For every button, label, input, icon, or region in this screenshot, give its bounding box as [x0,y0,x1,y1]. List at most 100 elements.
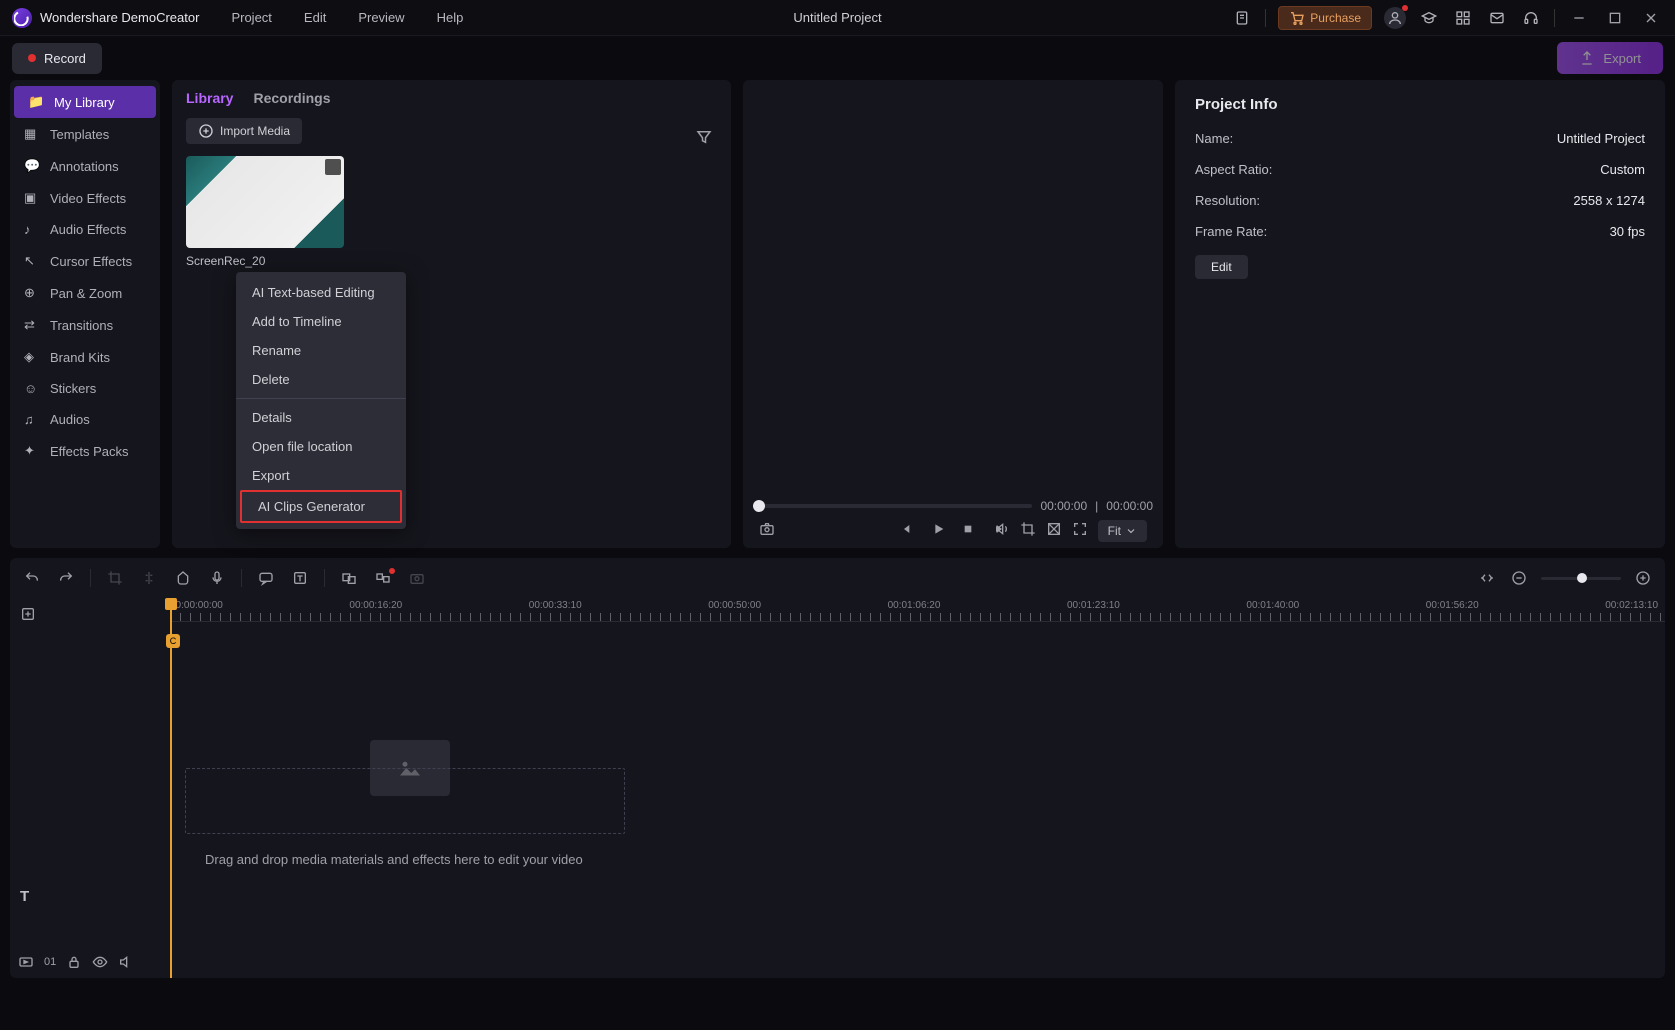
ctx-details[interactable]: Details [236,403,406,432]
snapshot-tool-button[interactable] [407,570,427,586]
add-track-button[interactable] [10,598,70,633]
plus-circle-icon [198,123,214,139]
media-item[interactable]: ScreenRec_20 [186,156,344,268]
ctx-rename[interactable]: Rename [236,336,406,365]
info-value: 30 fps [1610,224,1645,239]
sidebar-item-label: Brand Kits [50,350,110,365]
sidebar-item-effects-packs[interactable]: ✦Effects Packs [10,435,160,467]
menu-edit[interactable]: Edit [304,10,326,25]
sidebar-item-templates[interactable]: ▦Templates [10,118,160,150]
ctx-ai-clips-generator[interactable]: AI Clips Generator [240,490,402,523]
tab-library[interactable]: Library [186,90,233,106]
ctx-export[interactable]: Export [236,461,406,490]
menu-project[interactable]: Project [231,10,271,25]
marker-button[interactable] [173,570,193,586]
audio-effects-icon: ♪ [24,222,40,237]
volume-icon[interactable] [994,521,1010,540]
media-thumbnail [186,156,344,248]
transitions-icon: ⇄ [24,317,40,333]
ctx-ai-text-editing[interactable]: AI Text-based Editing [236,278,406,307]
playhead-marker-icon[interactable]: C [166,634,180,648]
speech-bubble-button[interactable] [256,570,276,586]
sidebar-item-transitions[interactable]: ⇄Transitions [10,309,160,341]
time-total: 00:00:00 [1106,499,1153,513]
text-track-icon[interactable]: T [20,888,29,905]
playhead[interactable] [170,598,172,978]
ctx-add-to-timeline[interactable]: Add to Timeline [236,307,406,336]
fit-timeline-button[interactable] [1477,570,1497,586]
sidebar-item-video-effects[interactable]: ▣Video Effects [10,182,160,214]
crop-tool-button[interactable] [105,570,125,586]
fit-dropdown[interactable]: Fit [1098,520,1147,542]
sidebar-item-label: Pan & Zoom [50,286,122,301]
project-title: Untitled Project [793,10,881,25]
sidebar-item-label: Stickers [50,381,96,396]
timeline-body[interactable]: 00:00:00:00 00:00:16:20 00:00:33:10 00:0… [70,598,1665,978]
play-button[interactable] [930,521,946,540]
menu-preview[interactable]: Preview [358,10,404,25]
maximize-button[interactable] [1603,6,1627,30]
minimize-button[interactable] [1567,6,1591,30]
sidebar-item-label: Annotations [50,159,119,174]
filter-icon[interactable] [695,128,713,149]
sidebar-item-annotations[interactable]: 💬Annotations [10,150,160,182]
undo-button[interactable] [22,570,42,586]
ruler-tick: 00:00:33:10 [529,600,582,611]
video-track-icon[interactable] [18,954,34,970]
context-menu: AI Text-based Editing Add to Timeline Re… [236,272,406,529]
prev-frame-button[interactable] [900,521,916,540]
crop-icon[interactable] [1020,521,1036,540]
account-icon[interactable] [1384,7,1406,29]
ai-tools-button[interactable] [373,570,393,586]
sidebar-item-label: Audio Effects [50,222,126,237]
record-button[interactable]: Record [12,43,102,74]
fullscreen-icon[interactable] [1072,521,1088,540]
export-button[interactable]: Export [1557,42,1663,74]
timeline-drop-zone[interactable] [185,768,625,834]
sidebar-item-audio-effects[interactable]: ♪ Audio Effects [10,214,160,245]
snapshot-icon[interactable] [759,521,775,540]
sidebar-item-audios[interactable]: ♫Audios [10,404,160,435]
ruler-tick: 00:00:16:20 [349,600,402,611]
seek-slider[interactable] [753,504,1032,508]
ruler-tick: 00:01:06:20 [888,600,941,611]
preview-panel: 00:00:00 | 00:00:00 Fit [743,80,1163,548]
voiceover-button[interactable] [207,570,227,586]
graduation-icon[interactable] [1418,7,1440,29]
sidebar-item-pan-zoom[interactable]: ⊕Pan & Zoom [10,277,160,309]
sidebar-item-label: My Library [54,95,115,110]
import-media-button[interactable]: Import Media [186,118,302,144]
drop-hint-text: Drag and drop media materials and effect… [205,852,583,867]
group-button[interactable] [339,570,359,586]
headphones-icon[interactable] [1520,7,1542,29]
zoom-slider[interactable] [1541,577,1621,580]
purchase-button[interactable]: Purchase [1278,6,1372,30]
zoom-in-button[interactable] [1633,570,1653,586]
redo-button[interactable] [56,570,76,586]
sidebar-item-brand-kits[interactable]: ◈Brand Kits [10,341,160,373]
track-count: 01 [44,956,56,968]
zoom-out-button[interactable] [1509,570,1529,586]
split-button[interactable] [139,570,159,586]
ctx-open-file-location[interactable]: Open file location [236,432,406,461]
mail-icon[interactable] [1486,7,1508,29]
sidebar-item-stickers[interactable]: ☺Stickers [10,373,160,404]
safe-zone-icon[interactable] [1046,521,1062,540]
menu-help[interactable]: Help [437,10,464,25]
app-grid-icon[interactable] [1452,7,1474,29]
tab-recordings[interactable]: Recordings [253,90,330,106]
text-card-button[interactable] [290,570,310,586]
timeline-ruler[interactable]: 00:00:00:00 00:00:16:20 00:00:33:10 00:0… [170,598,1665,622]
actionbar: Record Export [0,36,1675,80]
notes-icon[interactable] [1231,7,1253,29]
close-button[interactable] [1639,6,1663,30]
stop-button[interactable] [960,521,976,540]
edit-project-button[interactable]: Edit [1195,255,1248,279]
ctx-delete[interactable]: Delete [236,365,406,394]
fit-label: Fit [1108,524,1121,538]
sidebar-item-my-library[interactable]: 📁My Library [14,86,156,118]
sidebar-item-cursor-effects[interactable]: ↖Cursor Effects [10,245,160,277]
export-icon [1579,50,1595,66]
info-value: 2558 x 1274 [1573,193,1645,208]
video-effects-icon: ▣ [24,190,40,206]
